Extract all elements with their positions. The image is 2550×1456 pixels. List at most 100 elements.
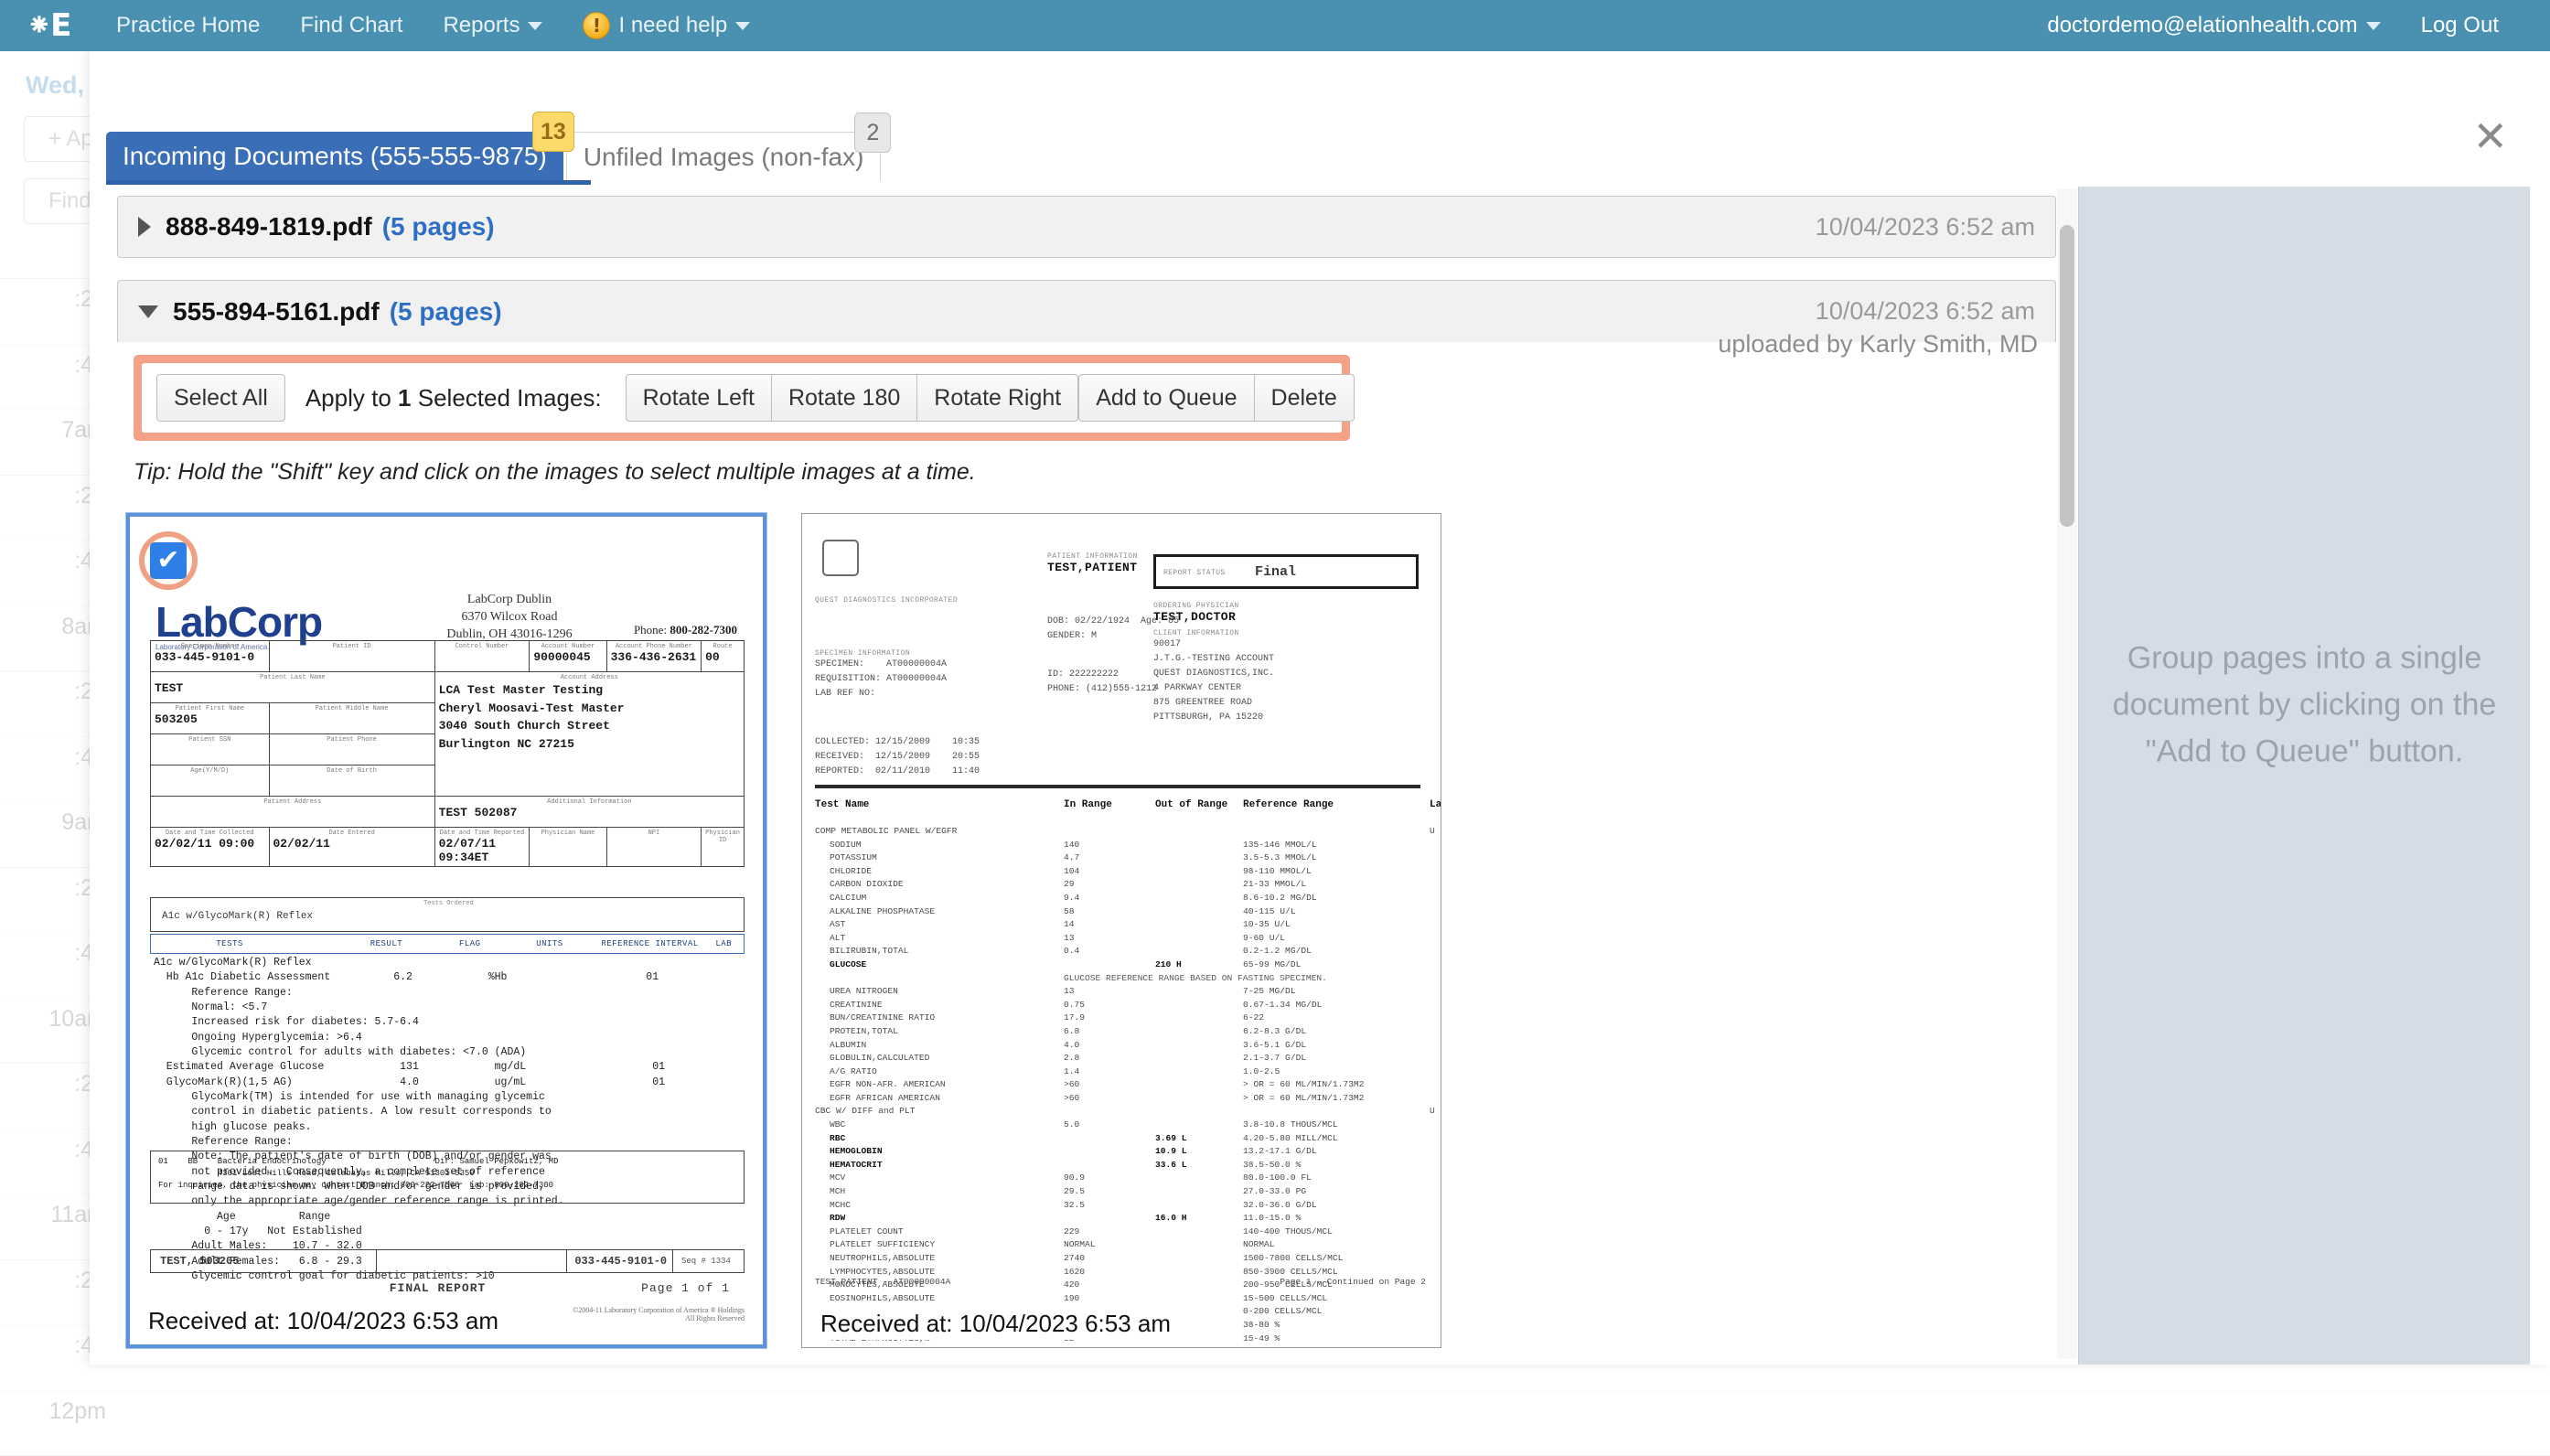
- vertical-scrollbar[interactable]: [2057, 188, 2077, 1359]
- page-select-checkbox[interactable]: [822, 540, 859, 576]
- panel-name: COMP METABOLIC PANEL W/EGFR: [815, 825, 957, 839]
- specimen-line: REQUISITION: AT00000004A: [815, 674, 947, 684]
- scrollbar-thumb[interactable]: [2060, 225, 2074, 527]
- result-reference-range: 7-25 MG/DL: [1243, 985, 1296, 999]
- elation-logo-icon: ⁕E: [27, 10, 70, 41]
- labcorp-results-body: A1c w/GlycoMark(R) Reflex Hb A1c Diabeti…: [154, 956, 745, 1284]
- result-in-range: 4.0: [1064, 1039, 1079, 1053]
- result-reference-range: 1500-7800 CELLS/MCL: [1243, 1252, 1343, 1266]
- result-row: RBC3.69 L4.20-5.80 MILL/MCL: [815, 1132, 1426, 1146]
- result-in-range: 1.4: [1064, 1065, 1079, 1079]
- tests-ordered-value: A1c w/GlycoMark(R) Reflex: [162, 911, 313, 922]
- result-in-range: 4.7: [1064, 851, 1079, 865]
- delete-button[interactable]: Delete: [1255, 374, 1355, 422]
- tab-unfiled-images-label: Unfiled Images (non-fax): [584, 143, 864, 172]
- result-reference-range: 3.6-5.1 G/DL: [1243, 1039, 1306, 1053]
- result-out-of-range: 33.6 L: [1155, 1159, 1187, 1172]
- logout-button[interactable]: Log Out: [2401, 0, 2519, 51]
- result-row: HEMATOCRIT33.6 L38.5-50.0 %: [815, 1159, 1426, 1172]
- result-reference-range: 1.0-2.5: [1243, 1065, 1280, 1079]
- page-thumbnail[interactable]: ✔ LabCorp Laboratory Corporation of Amer…: [126, 513, 766, 1348]
- elation-logo[interactable]: ⁕E: [0, 10, 96, 41]
- cell-caption: Patient SSN: [155, 736, 265, 744]
- page-received-timestamp: Received at: 10/04/2023 6:53 am: [815, 1308, 1176, 1340]
- labcorp-account-address: LCA Test Master Testing Cheryl Moosavi-T…: [439, 681, 740, 753]
- quest-report-page: REPORT STATUS Final PATIENT INFORMATION …: [802, 514, 1441, 1347]
- cell-caption: Physician Name: [533, 830, 602, 837]
- result-in-range: 13: [1064, 985, 1075, 999]
- result-row: WBC5.03.8-10.8 THOUS/MCL: [815, 1119, 1426, 1132]
- result-row: EGFR AFRICAN AMERICAN>60> OR = 60 ML/MIN…: [815, 1092, 1426, 1106]
- result-name: A/G RATIO: [830, 1065, 877, 1079]
- chevron-down-icon: [528, 22, 542, 30]
- select-all-button[interactable]: Select All: [156, 374, 285, 422]
- result-in-range: 229: [1064, 1226, 1079, 1239]
- column-header: RESULT: [370, 939, 402, 948]
- result-row: MCHC32.532.0-36.0 G/DL: [815, 1199, 1426, 1213]
- chevron-down-icon: [138, 305, 158, 318]
- result-row: CREATININE0.750.67-1.34 MG/DL: [815, 999, 1426, 1012]
- specimen-lines: SPECIMEN: AT00000004A REQUISITION: AT000…: [815, 658, 947, 701]
- panel-lab: U: [1430, 825, 1435, 839]
- column-header: LAB: [715, 939, 732, 948]
- result-name: EGFR AFRICAN AMERICAN: [830, 1092, 940, 1106]
- result-row: GLOBULIN,CALCULATED2.82.1-3.7 G/DL: [815, 1052, 1426, 1065]
- document-page-count: (5 pages): [382, 212, 495, 241]
- rotate-right-button[interactable]: Rotate Right: [917, 374, 1078, 422]
- apply-prefix: Apply to: [305, 384, 391, 412]
- column-header: In Range: [1064, 799, 1112, 810]
- result-row: GLUCOSE REFERENCE RANGE BASED ON FASTING…: [815, 972, 1426, 986]
- account-menu[interactable]: doctordemo@elationhealth.com: [2027, 0, 2400, 51]
- page-select-checkbox[interactable]: ✔: [150, 542, 187, 579]
- result-row: CHLORIDE10498-110 MMOL/L: [815, 865, 1426, 879]
- patient-name: TEST,PATIENT: [1047, 561, 1138, 574]
- result-reference-range: 3.8-10.8 THOUS/MCL: [1243, 1119, 1338, 1132]
- column-header: REFERENCE INTERVAL: [601, 939, 698, 948]
- cell-value: 336-436-2631: [611, 650, 698, 664]
- calendar-slot: 12pm: [0, 1391, 2550, 1456]
- result-row: MONOCYTES,%80-13 %: [815, 1345, 1426, 1347]
- quest-demographics: DOB: 02/22/1924 Age: 85 GENDER: M: [1047, 615, 1179, 644]
- quest-company: QUEST DIAGNOSTICS INCORPORATED: [815, 596, 958, 605]
- tab-unfiled-images[interactable]: Unfiled Images (non-fax) 2: [566, 132, 882, 181]
- column-header: Test Name: [815, 799, 869, 810]
- rotate-left-button[interactable]: Rotate Left: [626, 374, 772, 422]
- queue-instruction-message: Group pages into a single document by cl…: [2079, 635, 2530, 775]
- panel-title-row: CBC W/ DIFF and PLTU: [815, 1105, 1426, 1119]
- final-report-label: FINAL REPORT: [390, 1281, 487, 1295]
- address-line: Cheryl Moosavi-Test Master: [439, 700, 740, 718]
- document-row-collapsed[interactable]: 888-849-1819.pdf (5 pages) 10/04/2023 6:…: [117, 196, 2056, 258]
- specimen-line: SPECIMEN: AT00000004A: [815, 659, 947, 669]
- nav-practice-home[interactable]: Practice Home: [96, 0, 280, 51]
- client-line: QUEST DIAGNOSTICS,INC.: [1153, 669, 1274, 679]
- rotate-180-button[interactable]: Rotate 180: [772, 374, 917, 422]
- result-name: CARBON DIOXIDE: [830, 878, 904, 892]
- result-reference-range: 0-200 CELLS/MCL: [1243, 1305, 1322, 1319]
- result-name: CHLORIDE: [830, 865, 872, 879]
- result-row: PLATELET COUNT229140-400 THOUS/MCL: [815, 1226, 1426, 1239]
- document-list: 888-849-1819.pdf (5 pages) 10/04/2023 6:…: [117, 187, 2056, 1365]
- result-name: MONOCYTES,%: [830, 1345, 887, 1347]
- result-out-of-range: 3.69 L: [1155, 1132, 1187, 1146]
- cell-caption: Age(Y/M/D): [155, 767, 265, 775]
- document-timestamp: 10/04/2023 6:52 am: [1816, 213, 2035, 241]
- result-name: WBC: [830, 1119, 845, 1132]
- nav-find-chart[interactable]: Find Chart: [280, 0, 423, 51]
- uploaded-by-label: uploaded by Karly Smith, MD: [1718, 330, 2038, 359]
- result-name: NEUTROPHILS,ABSOLUTE: [830, 1252, 935, 1266]
- result-reference-range: 80.0-100.0 FL: [1243, 1172, 1312, 1185]
- nav-i-need-help[interactable]: ! I need help: [562, 0, 770, 51]
- result-name: MCHC: [830, 1199, 851, 1213]
- tab-incoming-documents[interactable]: Incoming Documents (555-555-9875) 13: [106, 132, 563, 181]
- add-to-queue-button[interactable]: Add to Queue: [1078, 374, 1254, 422]
- patient-info-caption: PATIENT INFORMATION: [1047, 552, 1138, 561]
- nav-practice-home-label: Practice Home: [116, 13, 260, 38]
- result-reference-range: 10-35 U/L: [1243, 918, 1291, 932]
- result-reference-range: 0-13 %: [1243, 1345, 1275, 1347]
- nav-reports[interactable]: Reports: [423, 0, 562, 51]
- result-row: UREA NITROGEN137-25 MG/DL: [815, 985, 1426, 999]
- cell-caption: Date and Time Reported: [439, 830, 526, 837]
- result-name: CALCIUM: [830, 892, 866, 905]
- close-icon[interactable]: ✕: [2472, 115, 2508, 157]
- page-thumbnail[interactable]: REPORT STATUS Final PATIENT INFORMATION …: [801, 513, 1441, 1348]
